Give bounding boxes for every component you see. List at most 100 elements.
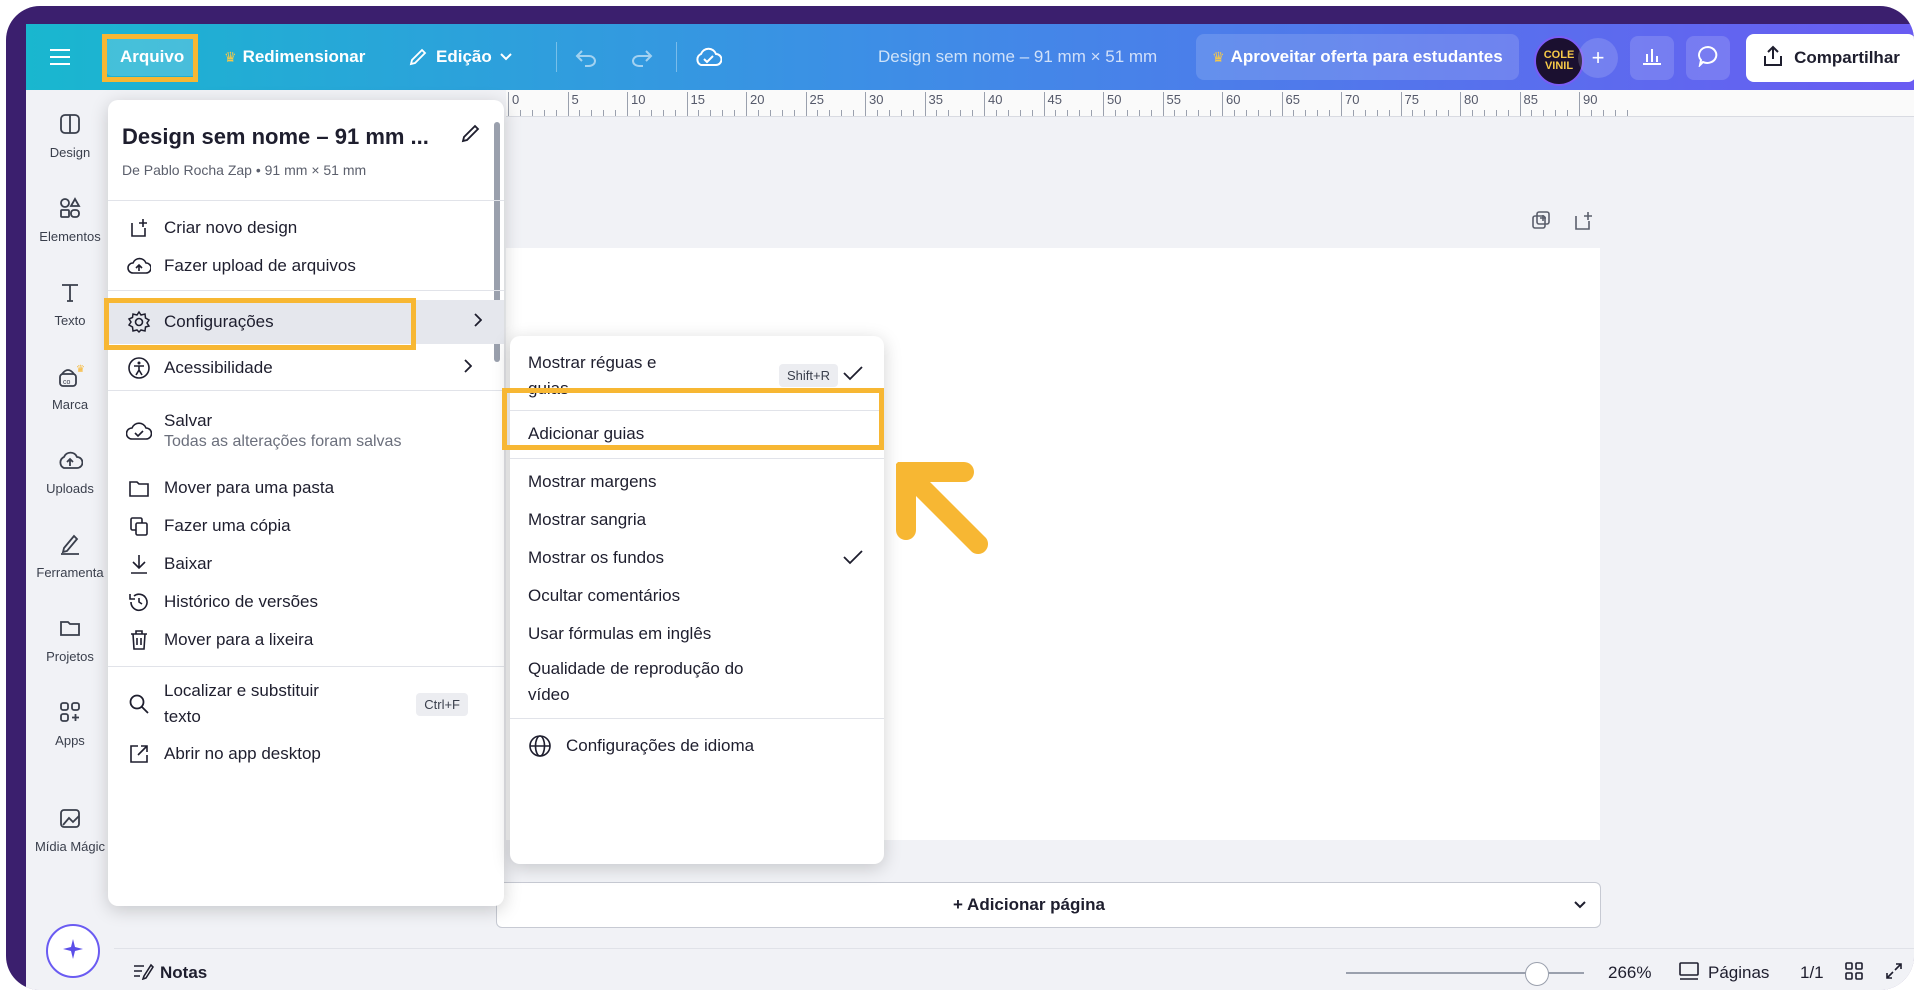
duplicate-icon bbox=[1530, 211, 1552, 236]
ruler-tick bbox=[579, 110, 581, 116]
pages-button[interactable]: Páginas bbox=[1678, 949, 1769, 990]
ruler-tick bbox=[650, 110, 652, 116]
menu-item-trash[interactable]: Mover para a lixeira bbox=[108, 622, 494, 658]
menu-design-title[interactable]: Design sem nome – 91 mm ... bbox=[122, 124, 429, 150]
grid-view-button[interactable] bbox=[1844, 949, 1864, 990]
cloud-check-icon bbox=[694, 46, 722, 68]
menu-item-find-replace[interactable]: Localizar e substituir texto Ctrl+F bbox=[108, 676, 494, 732]
sidebar-item-elements[interactable]: Elementos bbox=[26, 196, 114, 244]
menu-item-label: Criar novo design bbox=[164, 218, 298, 237]
menu-item-save[interactable]: Salvar Todas as alterações foram salvas bbox=[108, 400, 494, 462]
chevron-down-icon bbox=[500, 53, 512, 61]
undo-button[interactable] bbox=[574, 24, 598, 90]
avatar[interactable]: COLE VINIL bbox=[1534, 36, 1584, 86]
submenu-item-show-bleed[interactable]: Mostrar sangria bbox=[510, 502, 884, 538]
edit-mode-button[interactable]: Edição bbox=[408, 24, 512, 90]
menu-item-create-design[interactable]: Criar novo design bbox=[108, 210, 494, 246]
ruler-tick bbox=[567, 92, 569, 116]
save-status: Todas as alterações foram salvas bbox=[164, 433, 402, 450]
sidebar-item-apps[interactable]: Apps bbox=[26, 700, 114, 748]
rename-button[interactable] bbox=[460, 122, 482, 149]
sidebar-item-brand[interactable]: co ♛ Marca bbox=[26, 364, 114, 412]
submenu-item-language-settings[interactable]: Configurações de idioma bbox=[510, 726, 884, 766]
ruler-tick bbox=[638, 110, 640, 116]
add-page-icon-button[interactable] bbox=[1572, 210, 1594, 237]
menu-item-label: Mover para a lixeira bbox=[164, 630, 314, 649]
zoom-value: 266% bbox=[1608, 963, 1652, 982]
insights-button[interactable] bbox=[1630, 36, 1674, 80]
menu-item-move-folder[interactable]: Mover para uma pasta bbox=[108, 470, 494, 506]
duplicate-page-button[interactable] bbox=[1530, 210, 1552, 237]
add-page-dropdown-button[interactable] bbox=[1560, 882, 1601, 928]
sidebar-item-uploads[interactable]: Uploads bbox=[26, 448, 114, 496]
submenu-item-label: Configurações de idioma bbox=[566, 736, 755, 755]
add-page-label: + Adicionar página bbox=[953, 895, 1105, 914]
ruler-label: 65 bbox=[1285, 92, 1300, 107]
add-page-button[interactable]: + Adicionar página bbox=[496, 882, 1562, 928]
search-icon bbox=[126, 691, 152, 717]
sidebar-item-label: Marca bbox=[51, 397, 89, 412]
add-collaborator-button[interactable]: + bbox=[1578, 38, 1618, 78]
submenu-item-add-guides[interactable]: Adicionar guias bbox=[510, 416, 884, 452]
magic-assistant-button[interactable] bbox=[46, 924, 100, 978]
menu-item-download[interactable]: Baixar bbox=[108, 546, 494, 582]
sidebar-item-magic-media[interactable]: Mídia Mágic bbox=[26, 806, 114, 854]
menu-item-accessibility[interactable]: Acessibilidade bbox=[108, 350, 494, 386]
cloud-save-status[interactable] bbox=[694, 24, 722, 90]
hamburger-icon bbox=[50, 49, 70, 65]
ruler-tick bbox=[1007, 110, 1009, 116]
sidebar-item-tools[interactable]: Ferramenta bbox=[26, 532, 114, 580]
ruler-tick bbox=[1412, 110, 1414, 116]
ruler-tick bbox=[1400, 92, 1402, 116]
menu-item-version-history[interactable]: Histórico de versões bbox=[108, 584, 494, 620]
sidebar-item-projects[interactable]: Projetos bbox=[26, 616, 114, 664]
menu-item-label: Abrir no app desktop bbox=[164, 744, 321, 763]
ruler-tick bbox=[615, 110, 617, 116]
ruler-tick bbox=[936, 110, 938, 116]
ruler-label: 45 bbox=[1047, 92, 1062, 107]
submenu-item-video-quality[interactable]: Qualidade de reprodução do vídeo bbox=[510, 654, 884, 710]
zoom-level[interactable]: 266% bbox=[1608, 949, 1651, 990]
folder-icon bbox=[58, 616, 82, 649]
submenu-item-english-formulas[interactable]: Usar fórmulas em inglês bbox=[510, 616, 884, 652]
undo-icon bbox=[574, 47, 598, 67]
sidebar-item-label: Ferramenta bbox=[36, 565, 104, 580]
submenu-item-label: Adicionar guias bbox=[528, 424, 645, 443]
ruler-tick bbox=[1114, 110, 1116, 116]
submenu-item-show-rulers[interactable]: Mostrar réguas e guias Shift+R bbox=[510, 350, 884, 404]
redo-button[interactable] bbox=[630, 24, 654, 90]
zoom-slider-thumb[interactable] bbox=[1525, 962, 1550, 986]
menu-item-label: texto bbox=[164, 707, 201, 726]
ruler-tick bbox=[519, 110, 521, 116]
sidebar-item-design[interactable]: Design bbox=[26, 112, 114, 160]
submenu-item-label: Mostrar margens bbox=[528, 472, 657, 491]
submenu-item-label: guias bbox=[528, 379, 569, 398]
menu-item-label: Fazer uma cópia bbox=[164, 516, 291, 535]
document-title[interactable]: Design sem nome – 91 mm × 51 mm bbox=[878, 24, 1157, 90]
share-button[interactable]: Compartilhar bbox=[1746, 34, 1914, 82]
comments-button[interactable] bbox=[1686, 36, 1730, 80]
ruler-tick bbox=[1424, 110, 1426, 116]
file-menu-button[interactable]: Arquivo bbox=[106, 38, 199, 76]
fullscreen-button[interactable] bbox=[1884, 949, 1904, 990]
ruler-tick bbox=[1174, 110, 1176, 116]
menu-item-copy[interactable]: Fazer uma cópia bbox=[108, 508, 494, 544]
cloud-upload-icon bbox=[126, 253, 152, 279]
submenu-item-hide-comments[interactable]: Ocultar comentários bbox=[510, 578, 884, 614]
chevron-right-icon bbox=[474, 312, 483, 332]
menu-item-upload[interactable]: Fazer upload de arquivos bbox=[108, 248, 494, 284]
ruler-label: 20 bbox=[750, 92, 765, 107]
notes-button[interactable]: Notas bbox=[132, 949, 207, 990]
menu-item-open-desktop[interactable]: Abrir no app desktop bbox=[108, 736, 494, 772]
resize-button[interactable]: ♛ Redimensionar bbox=[224, 24, 365, 90]
ruler-tick bbox=[841, 110, 843, 116]
ruler-tick bbox=[746, 92, 747, 116]
crown-icon: ♛ bbox=[224, 48, 237, 65]
submenu-item-show-margins[interactable]: Mostrar margens bbox=[510, 464, 884, 500]
menu-item-settings[interactable]: Configurações bbox=[108, 300, 504, 344]
text-icon bbox=[58, 280, 82, 313]
sidebar-item-text[interactable]: Texto bbox=[26, 280, 114, 328]
submenu-item-show-backgrounds[interactable]: Mostrar os fundos bbox=[510, 540, 884, 576]
hamburger-menu-button[interactable] bbox=[40, 24, 80, 90]
student-offer-button[interactable]: ♛ Aproveitar oferta para estudantes bbox=[1196, 34, 1519, 80]
